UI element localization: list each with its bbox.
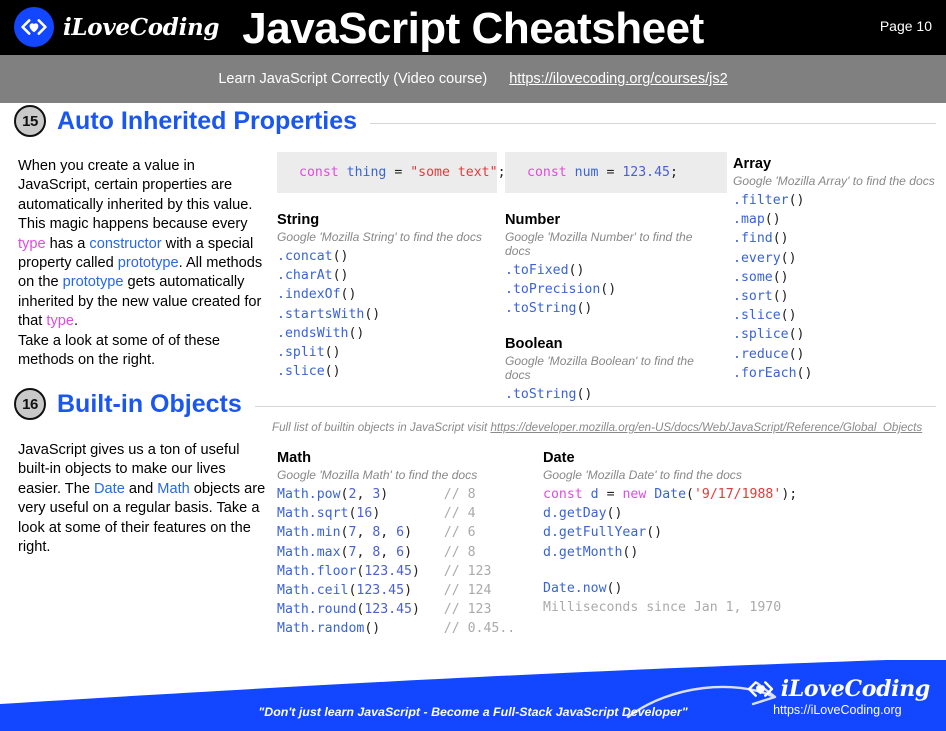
page-number: Page 10 bbox=[880, 18, 932, 34]
method-line: .toPrecision() bbox=[505, 280, 720, 299]
method-line: .slice() bbox=[277, 362, 492, 381]
array-column-subtitle: Google 'Mozilla Array' to find the docs bbox=[733, 174, 943, 188]
string-method-list: .concat().charAt().indexOf().startsWith(… bbox=[277, 247, 492, 381]
section-16-badge: 16 bbox=[14, 388, 46, 420]
method-line: .toFixed() bbox=[505, 261, 720, 280]
column-spacer bbox=[505, 319, 720, 336]
method-line: d.getFullYear() bbox=[543, 523, 863, 542]
footer-brand[interactable]: iLoveCoding https://iLoveCoding.org bbox=[747, 676, 930, 717]
section-built-in-objects: 16 Built-in Objects bbox=[0, 386, 946, 422]
section-16-header: 16 Built-in Objects bbox=[0, 386, 946, 422]
date-column-subtitle: Google 'Mozilla Date' to find the docs bbox=[543, 468, 863, 482]
method-line: .every() bbox=[733, 249, 943, 268]
method-line: .startsWith() bbox=[277, 305, 492, 324]
math-line: Math.round(123.45) // 123 bbox=[277, 600, 527, 619]
method-line: .splice() bbox=[733, 325, 943, 344]
course-subtitle-bar: Learn JavaScript Correctly (Video course… bbox=[0, 55, 946, 103]
string-column-subtitle: Google 'Mozilla String' to find the docs bbox=[277, 230, 492, 244]
array-methods-column: Array Google 'Mozilla Array' to find the… bbox=[733, 156, 943, 383]
string-column-title: String bbox=[277, 212, 492, 228]
section-16-description: JavaScript gives us a ton of useful buil… bbox=[18, 441, 270, 557]
method-line: .split() bbox=[277, 343, 492, 362]
math-line: Math.ceil(123.45) // 124 bbox=[277, 581, 527, 600]
method-line: .forEach() bbox=[733, 364, 943, 383]
column-spacer bbox=[543, 562, 863, 579]
math-line-list: Math.pow(2, 3) // 8Math.sqrt(16) // 4Mat… bbox=[277, 485, 527, 639]
method-line: .endsWith() bbox=[277, 324, 492, 343]
math-column-title: Math bbox=[277, 450, 527, 466]
date-column: Date Google 'Mozilla Date' to find the d… bbox=[543, 450, 863, 617]
section-15-badge: 15 bbox=[14, 105, 46, 137]
method-line: d.getMonth() bbox=[543, 543, 863, 562]
number-methods-column: Number Google 'Mozilla Number' to find t… bbox=[505, 212, 720, 404]
method-line: .find() bbox=[733, 229, 943, 248]
date-method-list: d.getDay()d.getFullYear()d.getMonth() bbox=[543, 504, 863, 562]
course-link[interactable]: https://ilovecoding.org/courses/js2 bbox=[509, 71, 727, 87]
number-code-chip-text: const num = 123.45; bbox=[527, 163, 678, 182]
number-method-list: .toFixed().toPrecision().toString() bbox=[505, 261, 720, 319]
math-line: Math.sqrt(16) // 4 bbox=[277, 504, 527, 523]
date-declaration: const d = new Date('9/17/1988'); bbox=[543, 485, 863, 504]
method-line: .slice() bbox=[733, 306, 943, 325]
footer-url[interactable]: https://iLoveCoding.org bbox=[747, 703, 930, 717]
number-code-chip: const num = 123.45; bbox=[505, 152, 727, 193]
page-title: JavaScript Cheatsheet bbox=[0, 3, 946, 55]
math-column: Math Google 'Mozilla Math' to find the d… bbox=[277, 450, 527, 639]
method-line: .reduce() bbox=[733, 345, 943, 364]
math-line: Math.random() // 0.45.. bbox=[277, 619, 527, 638]
section-15-rule bbox=[370, 123, 936, 124]
method-line: .some() bbox=[733, 268, 943, 287]
date-now-call: Date.now() bbox=[543, 579, 863, 598]
section-auto-inherited-properties: 15 Auto Inherited Properties bbox=[0, 103, 946, 139]
number-column-title: Number bbox=[505, 212, 720, 228]
boolean-column-subtitle: Google 'Mozilla Boolean' to find the doc… bbox=[505, 354, 720, 382]
section-15-header: 15 Auto Inherited Properties bbox=[0, 103, 946, 139]
method-line: .sort() bbox=[733, 287, 943, 306]
math-line: Math.max(7, 8, 6) // 8 bbox=[277, 543, 527, 562]
method-line: .filter() bbox=[733, 191, 943, 210]
builtin-objects-reference-prefix: Full list of builtin objects in JavaScri… bbox=[272, 421, 490, 434]
page-header: iLoveCoding JavaScript Cheatsheet Page 1… bbox=[0, 0, 946, 55]
method-line: .indexOf() bbox=[277, 285, 492, 304]
method-line: .toString() bbox=[505, 299, 720, 318]
course-subtitle-text: Learn JavaScript Correctly (Video course… bbox=[218, 71, 487, 87]
section-15-title: Auto Inherited Properties bbox=[57, 107, 357, 136]
date-column-title: Date bbox=[543, 450, 863, 466]
number-column-subtitle: Google 'Mozilla Number' to find the docs bbox=[505, 230, 720, 258]
math-column-subtitle: Google 'Mozilla Math' to find the docs bbox=[277, 468, 527, 482]
math-line: Math.floor(123.45) // 123 bbox=[277, 562, 527, 581]
chevron-heart-logo-icon bbox=[747, 681, 774, 697]
footer-brand-name: iLoveCoding bbox=[781, 676, 930, 702]
section-15-description: When you create a value in JavaScript, c… bbox=[18, 157, 270, 370]
array-column-title: Array bbox=[733, 156, 943, 172]
section-16-title: Built-in Objects bbox=[57, 390, 242, 419]
method-line: .map() bbox=[733, 210, 943, 229]
builtin-objects-reference-line: Full list of builtin objects in JavaScri… bbox=[272, 421, 922, 434]
date-now-note: Milliseconds since Jan 1, 1970 bbox=[543, 598, 863, 617]
string-code-chip: const thing = "some text"; bbox=[277, 152, 497, 193]
boolean-column-title: Boolean bbox=[505, 336, 720, 352]
math-line: Math.pow(2, 3) // 8 bbox=[277, 485, 527, 504]
array-method-list: .filter().map().find().every().some().so… bbox=[733, 191, 943, 383]
mdn-global-objects-link[interactable]: https://developer.mozilla.org/en-US/docs… bbox=[490, 421, 922, 434]
method-line: d.getDay() bbox=[543, 504, 863, 523]
method-line: .charAt() bbox=[277, 266, 492, 285]
string-methods-column: String Google 'Mozilla String' to find t… bbox=[277, 212, 492, 381]
string-code-chip-text: const thing = "some text"; bbox=[299, 163, 506, 182]
math-line: Math.min(7, 8, 6) // 6 bbox=[277, 523, 527, 542]
method-line: .concat() bbox=[277, 247, 492, 266]
section-16-rule bbox=[255, 406, 936, 407]
